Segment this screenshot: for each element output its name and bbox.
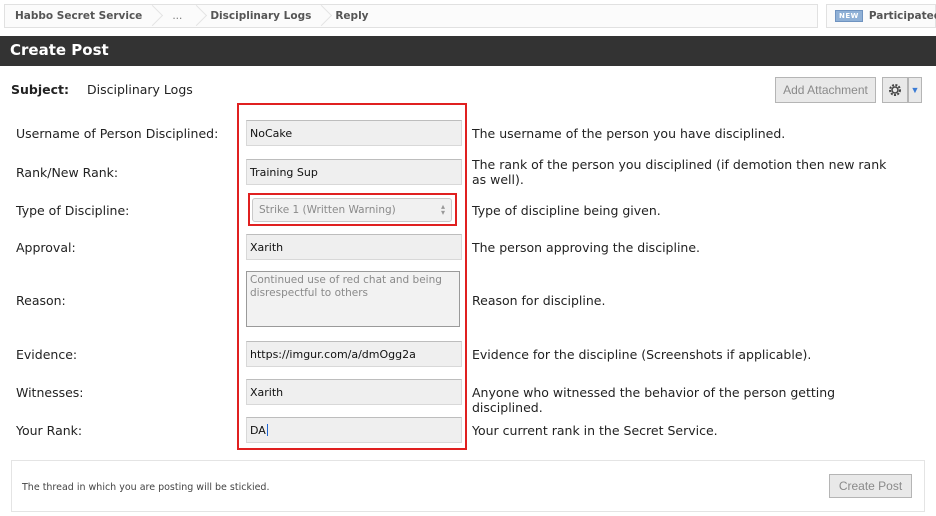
participated-label: Participated (868, 10, 936, 22)
gear-icon[interactable] (882, 77, 908, 103)
field-desc-rank: The rank of the person you disciplined (… (472, 157, 887, 187)
field-desc-discipline-type: Type of discipline being given. (472, 203, 661, 218)
add-attachment-button[interactable]: Add Attachment (775, 77, 876, 103)
new-badge: NEW (835, 10, 863, 22)
breadcrumb-home[interactable]: Habbo Secret Service (5, 5, 156, 27)
subject-value: Disciplinary Logs (87, 82, 193, 97)
fields-highlight-box (237, 103, 467, 450)
subject-label: Subject: (11, 82, 69, 97)
sticky-notice: The thread in which you are posting will… (22, 482, 270, 493)
field-label-reason: Reason: (16, 293, 66, 308)
page-title: Create Post (0, 36, 936, 66)
field-label-witnesses: Witnesses: (16, 385, 84, 400)
field-desc-reason: Reason for discipline. (472, 293, 606, 308)
field-desc-username: The username of the person you have disc… (472, 126, 786, 141)
field-desc-witnesses: Anyone who witnessed the behavior of the… (472, 385, 836, 415)
breadcrumb-current: Reply (335, 10, 369, 22)
breadcrumb-forum[interactable]: Disciplinary Logs (200, 5, 325, 27)
field-label-username: Username of Person Disciplined: (16, 126, 219, 141)
field-desc-your-rank: Your current rank in the Secret Service. (472, 423, 718, 438)
subject-line: Subject: Disciplinary Logs (11, 82, 193, 97)
participated-filter[interactable]: NEW Participated (826, 4, 936, 28)
breadcrumb: Habbo Secret Service ... Disciplinary Lo… (4, 4, 818, 28)
field-desc-approval: The person approving the discipline. (472, 240, 701, 255)
field-label-discipline-type: Type of Discipline: (16, 203, 130, 218)
field-desc-evidence: Evidence for the discipline (Screenshots… (472, 347, 812, 362)
chevron-down-icon[interactable]: ▼ (908, 77, 922, 103)
field-label-evidence: Evidence: (16, 347, 78, 362)
breadcrumb-ellipsis[interactable]: ... (156, 5, 200, 27)
create-post-button[interactable]: Create Post (829, 474, 912, 498)
field-label-approval: Approval: (16, 240, 76, 255)
field-label-rank: Rank/New Rank: (16, 165, 119, 180)
field-label-your-rank: Your Rank: (16, 423, 83, 438)
post-footer: The thread in which you are posting will… (11, 460, 925, 512)
